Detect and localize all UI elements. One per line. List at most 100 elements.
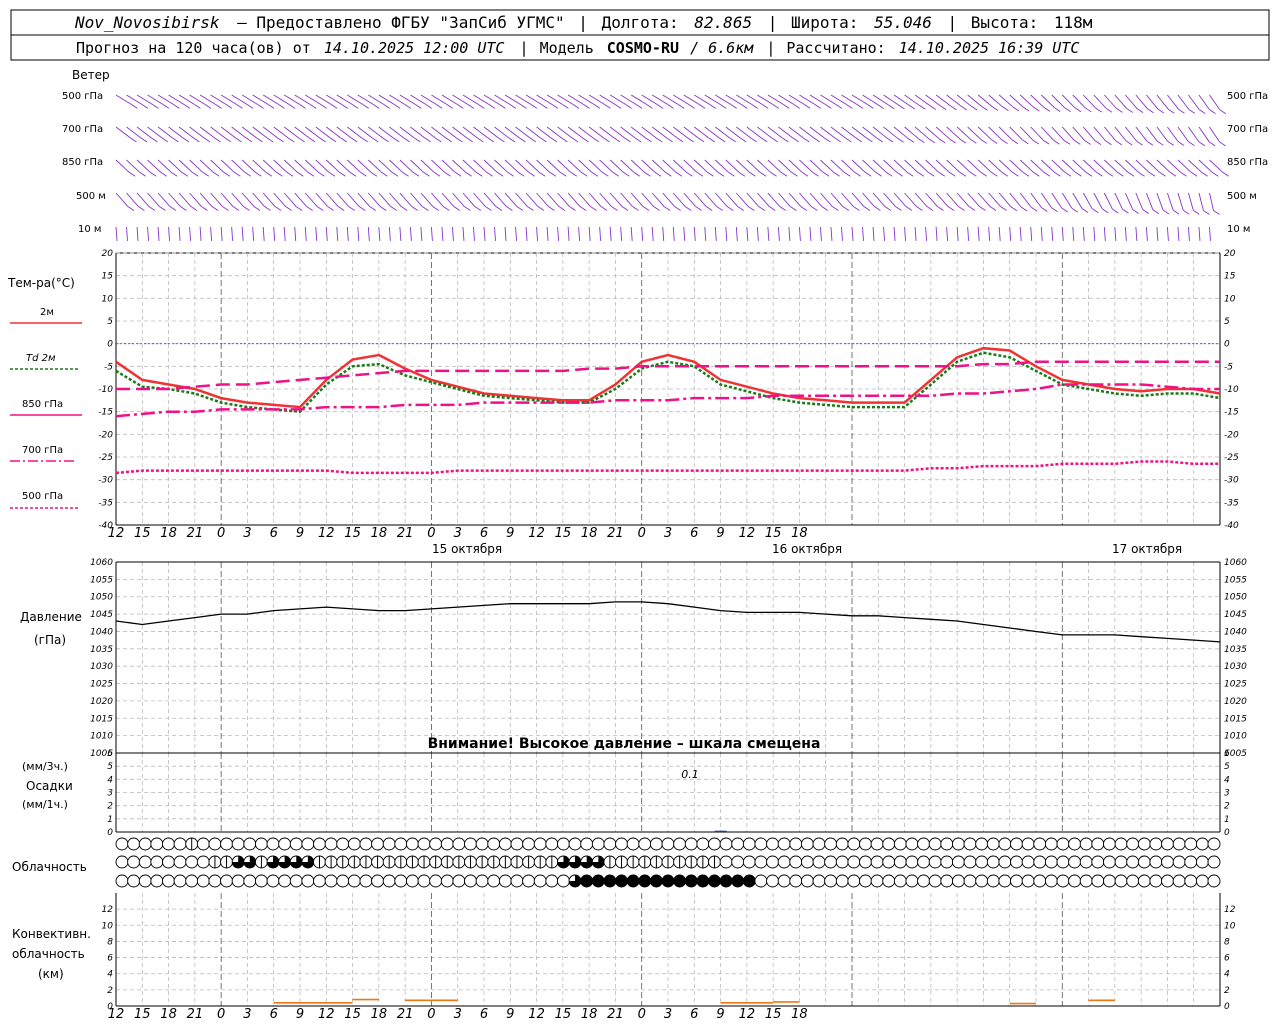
wind-barb-feather	[152, 104, 159, 109]
wind-barb	[473, 226, 475, 241]
wind-barb	[420, 226, 423, 241]
wind-barb-feather	[592, 137, 600, 143]
legend-700-label: 700 гПа	[22, 445, 63, 456]
pressure-ytick-right: 1050	[1224, 593, 1247, 603]
cloud-symbol	[1195, 837, 1209, 851]
wind-barb	[483, 192, 497, 207]
wind-barb-feather	[570, 171, 578, 177]
precip-ylabel-top: (мм/3ч.)	[22, 760, 68, 773]
wind-barb	[378, 226, 381, 241]
cloud-symbol	[510, 837, 524, 851]
cloud-symbol	[905, 874, 919, 888]
wind-barb-feather	[412, 171, 420, 177]
wind-barb-feather	[876, 137, 883, 143]
cloud-symbol	[859, 837, 872, 851]
cloud-symbol	[405, 837, 419, 851]
cloud-symbol	[905, 837, 919, 851]
cloud-symbol	[789, 874, 803, 888]
wind-barb-feather	[308, 137, 316, 143]
wind-barb	[273, 159, 288, 173]
wind-barb	[641, 159, 656, 173]
wind-barb-feather	[1096, 171, 1103, 177]
wind-barb	[1040, 226, 1043, 241]
wind-barb-feather	[180, 206, 187, 211]
precip-ytick-right: 6	[1224, 749, 1230, 759]
convective-plot: 12 1210 108 86 64 42 20 0	[102, 893, 1236, 1012]
cloud-symbol	[870, 837, 884, 851]
wind-barb-feather	[1222, 171, 1229, 177]
cloud-symbol	[313, 874, 326, 888]
time-label: 15	[765, 1007, 782, 1022]
wind-barb	[420, 192, 434, 207]
wind-barb	[967, 192, 980, 207]
wind-barb-feather	[1063, 139, 1071, 145]
time-label: 21	[607, 1007, 624, 1022]
temp-ytick-left: 0	[107, 340, 113, 350]
cloud-symbol	[1079, 837, 1093, 851]
wind-barb-feather	[1033, 106, 1040, 112]
cloud-symbol	[1044, 855, 1058, 869]
wind-barb-feather	[485, 206, 492, 211]
wind-barb-feather	[443, 206, 450, 211]
wind-barb-feather	[477, 137, 484, 143]
cloud-symbol	[835, 855, 849, 869]
wind-barb-feather	[571, 137, 579, 143]
conv-ylabel-1: Конвективн.	[12, 927, 91, 941]
wind-barb-feather	[169, 206, 177, 211]
wind-barb	[956, 126, 971, 140]
cloud-fill-full	[696, 875, 709, 887]
wind-barb	[1051, 94, 1065, 108]
wind-barb-feather	[793, 104, 800, 109]
wind-barb	[315, 159, 330, 173]
precip-ytick-right: 4	[1224, 775, 1230, 785]
wind-barb	[1146, 94, 1159, 110]
wind-barb-feather	[1022, 139, 1029, 145]
wind-barb-feather	[402, 171, 409, 177]
cloud-symbol	[1091, 855, 1105, 869]
cloud-symbol	[789, 855, 803, 869]
cloud-symbol	[661, 837, 675, 851]
wind-barb	[757, 159, 771, 173]
wind-barb	[809, 192, 823, 207]
wind-barb-feather	[751, 104, 758, 109]
wind-barb-feather	[1054, 171, 1061, 177]
wind-barb-feather	[127, 206, 135, 211]
wind-barb-feather	[739, 137, 747, 143]
svg-text:Nov_Novosibirsk – Предос: Nov_Novosibirsk – Предоставлено ФГБУ "За…	[74, 13, 1093, 32]
wind-barb	[504, 192, 518, 207]
wind-barb-feather	[1167, 141, 1174, 146]
cloud-symbol	[1068, 855, 1082, 869]
wind-barb-feather	[728, 171, 735, 177]
wind-barb	[883, 159, 898, 173]
cloud-fill-full	[603, 875, 616, 887]
wind-barb-feather	[613, 137, 621, 143]
wind-barb-feather	[907, 138, 915, 143]
cloud-symbol	[1207, 874, 1221, 888]
wind-barb	[1072, 126, 1085, 141]
wind-barb-feather	[486, 171, 493, 177]
cloud-symbol	[1126, 874, 1140, 888]
cloud-symbol	[1068, 837, 1082, 851]
wind-barb-feather	[1188, 108, 1196, 114]
time-label: 3	[243, 1007, 251, 1022]
wind-barb	[746, 192, 760, 207]
wind-barb	[935, 126, 950, 140]
wind-barb-feather	[656, 104, 664, 109]
wind-barb-feather	[916, 206, 923, 211]
wind-barb-feather	[853, 206, 860, 211]
time-label: 15	[344, 1007, 361, 1022]
wind-barb-feather	[236, 104, 243, 109]
wind-barb	[494, 226, 496, 241]
wind-barb-feather	[1053, 139, 1060, 145]
pressure-ytick-right: 1030	[1224, 662, 1247, 672]
cloud-symbol	[940, 837, 954, 851]
wind-barb	[988, 192, 1001, 207]
wind-barb	[1072, 159, 1087, 173]
wind-barb	[147, 159, 162, 173]
conv-ytick-right: 12	[1224, 905, 1236, 915]
wind-barb-feather	[747, 206, 755, 211]
wind-barb-feather	[361, 137, 368, 143]
wind-barb-feather	[834, 137, 842, 143]
time-label: 18	[160, 1007, 177, 1022]
wind-barb-feather	[708, 137, 715, 143]
